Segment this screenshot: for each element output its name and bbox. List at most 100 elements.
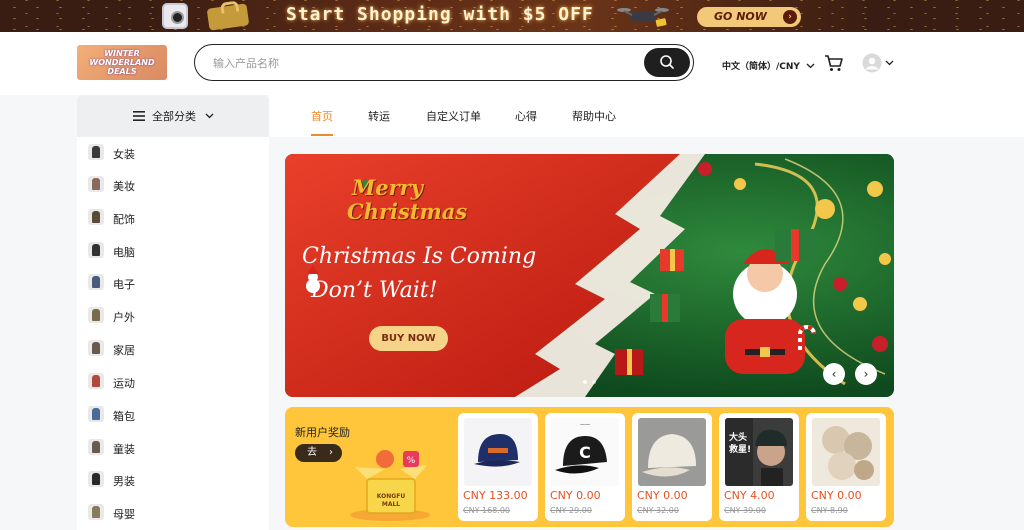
logo[interactable]: WINTER WONDERLAND DEALS [77, 45, 167, 80]
product-image [812, 418, 880, 486]
language-currency-selector[interactable]: 中文（简体）/CNY [722, 59, 815, 72]
all-categories-label: 全部分类 [152, 110, 196, 123]
product-original-price: CNY 8.90 [811, 506, 848, 515]
box-label-mall: MALL [381, 501, 401, 508]
checkered-beret-caps-image [812, 418, 880, 486]
drone-icon [617, 8, 669, 27]
electronics-icon [88, 274, 104, 290]
beauty-icon [88, 176, 104, 192]
mother-baby-icon [88, 504, 104, 520]
product-image [464, 418, 532, 486]
cart-icon[interactable] [823, 52, 845, 74]
category-item[interactable]: 箱包 [77, 399, 269, 431]
search-button[interactable] [644, 48, 690, 77]
category-item[interactable]: 女装 [77, 137, 269, 169]
svg-text:大头: 大头 [729, 431, 747, 443]
product-price: CNY 133.00 [463, 489, 528, 502]
active-tab-indicator [311, 134, 333, 136]
product-price: CNY 0.00 [811, 489, 862, 502]
category-item[interactable]: 电脑 [77, 235, 269, 267]
category-item[interactable]: 家居 [77, 333, 269, 365]
search-bar [194, 44, 694, 81]
product-card[interactable]: CNY 0.00 CNY 8.90 [806, 413, 886, 521]
svg-text:C: C [579, 443, 591, 462]
category-item[interactable]: 男装 [77, 464, 269, 496]
tab-home[interactable]: 首页 [311, 108, 333, 124]
carousel-next-button[interactable]: › [855, 363, 877, 385]
category-label: 美妆 [113, 180, 135, 193]
search-input[interactable] [211, 54, 611, 72]
promo-banner[interactable]: Start Shopping with $5 OFF GO NOW › [0, 0, 1024, 32]
cream-fleece-cap-image [638, 418, 706, 486]
menu-icon [133, 111, 145, 121]
category-label: 男装 [113, 475, 135, 488]
product-original-price: CNY 32.00 [637, 506, 679, 515]
category-item[interactable]: 配饰 [77, 202, 269, 234]
camera-gadget-icon [162, 3, 188, 29]
buy-now-button[interactable]: BUY NOW [369, 326, 448, 351]
chevron-down-icon [885, 60, 894, 66]
go-label: 去 [307, 447, 317, 458]
category-label: 户外 [113, 311, 135, 324]
category-item[interactable]: 母婴 [77, 497, 269, 529]
category-label: 运动 [113, 377, 135, 390]
computer-icon [88, 242, 104, 258]
mens-clothing-icon [88, 471, 104, 487]
product-original-price: CNY 168.00 [463, 506, 510, 515]
svg-text:——: —— [580, 422, 590, 428]
category-label: 箱包 [113, 410, 135, 423]
logo-line-1: WINTER [104, 49, 140, 58]
tab-forwarding[interactable]: 转运 [368, 108, 390, 124]
hero-christmas: Christmas [347, 199, 468, 224]
product-price: CNY 4.00 [724, 489, 775, 502]
sports-icon [88, 373, 104, 389]
category-label: 家居 [113, 344, 135, 357]
hero-merry: Merry [352, 175, 423, 200]
logo-line-2: WONDERLAND [89, 58, 155, 67]
hero-carousel[interactable]: Merry Christmas Christmas Is Coming Don’… [285, 154, 894, 397]
language-currency-label: 中文（简体）/CNY [722, 62, 800, 72]
category-item[interactable]: 运动 [77, 366, 269, 398]
box-label-kongfu: KONGFU [376, 493, 406, 500]
main-nav: 首页 转运 自定义订单 心得 帮助中心 [269, 95, 1024, 137]
svg-text:救星!: 救星! [729, 443, 751, 455]
category-item[interactable]: 电子 [77, 267, 269, 299]
product-image: 大头 救星! [725, 418, 793, 486]
home-icon [88, 340, 104, 356]
category-label: 童装 [113, 443, 135, 456]
tab-reviews[interactable]: 心得 [515, 108, 537, 124]
avatar-icon [862, 53, 882, 73]
category-item[interactable]: 户外 [77, 300, 269, 332]
hero-line-2: Don’t Wait! [311, 278, 438, 303]
chevron-right-icon: › [329, 447, 333, 458]
bags-icon [88, 406, 104, 422]
product-card[interactable]: CNY 133.00 CNY 168.00 [458, 413, 538, 521]
user-menu[interactable] [862, 53, 896, 73]
tab-help-center[interactable]: 帮助中心 [572, 108, 616, 124]
accessories-icon [88, 209, 104, 225]
go-button[interactable]: 去 › [295, 444, 342, 462]
all-categories-button[interactable]: 全部分类 [77, 95, 269, 137]
product-card[interactable]: 大头 救星! CNY 4.00 CNY 39.00 [719, 413, 799, 521]
kids-clothing-icon [88, 439, 104, 455]
category-item[interactable]: 童装 [77, 432, 269, 464]
go-now-button[interactable]: GO NOW › [697, 7, 801, 27]
category-item[interactable]: 美妆 [77, 169, 269, 201]
product-card[interactable]: —— C CNY 0.00 CNY 29.00 [545, 413, 625, 521]
go-now-label: GO NOW [714, 10, 767, 23]
site-header: WINTER WONDERLAND DEALS 中文（简体）/CNY [0, 32, 1024, 95]
logo-line-3: DEALS [107, 67, 137, 76]
man-in-cap-photo-image: 大头 救星! [725, 418, 793, 486]
category-label: 电子 [113, 278, 135, 291]
category-label: 女装 [113, 148, 135, 161]
tab-custom-order[interactable]: 自定义订单 [426, 108, 481, 124]
svg-text:%: % [407, 456, 416, 466]
carousel-dot-active[interactable] [583, 380, 587, 384]
black-c-baseball-cap-image: —— C [551, 418, 619, 486]
carousel-dot[interactable] [592, 380, 596, 384]
product-price: CNY 0.00 [550, 489, 601, 502]
promo-headline: Start Shopping with $5 OFF [286, 4, 594, 25]
carousel-prev-button[interactable]: ‹ [823, 363, 845, 385]
product-card[interactable]: CNY 0.00 CNY 32.00 [632, 413, 712, 521]
navy-baseball-cap-image [464, 418, 532, 486]
